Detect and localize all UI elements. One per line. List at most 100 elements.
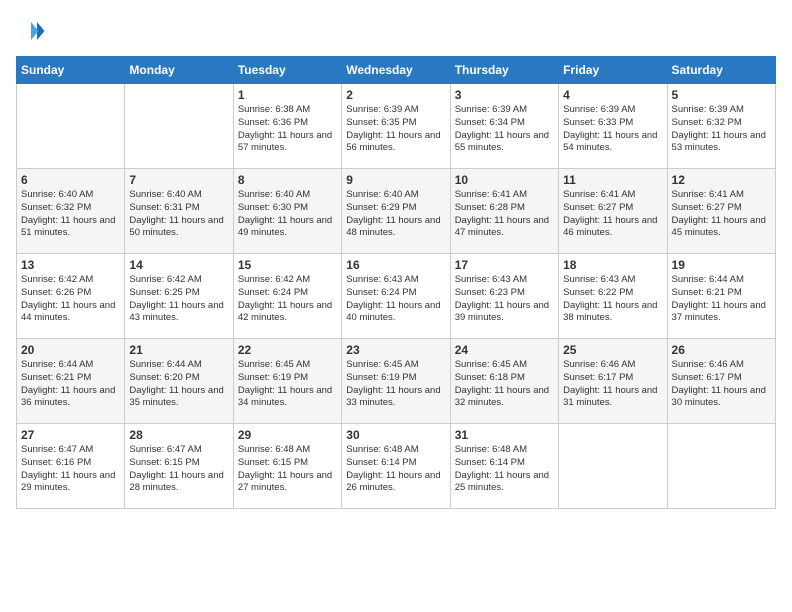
day-number: 22 xyxy=(238,343,337,357)
calendar-cell: 21Sunrise: 6:44 AM Sunset: 6:20 PM Dayli… xyxy=(125,339,233,424)
day-number: 5 xyxy=(672,88,771,102)
calendar-cell: 19Sunrise: 6:44 AM Sunset: 6:21 PM Dayli… xyxy=(667,254,775,339)
calendar-header-row: SundayMondayTuesdayWednesdayThursdayFrid… xyxy=(17,57,776,84)
page-header xyxy=(16,16,776,46)
calendar-cell: 4 Sunrise: 6:39 AM Sunset: 6:33 PM Daylig… xyxy=(559,84,667,169)
calendar-cell xyxy=(667,424,775,509)
calendar-cell: 20 Sunrise: 6:44 AM Sunset: 6:21 PM Dayli… xyxy=(17,339,125,424)
day-info: Sunrise: 6:42 AM Sunset: 6:24 PM Dayligh… xyxy=(238,274,337,325)
calendar-cell: 23 Sunrise: 6:45 AM Sunset: 6:19 PM Dayli… xyxy=(342,339,450,424)
calendar-cell: 14 Sunrise: 6:42 AM Sunset: 6:25 PM Dayli… xyxy=(125,254,233,339)
day-info: Sunrise: 6:41 AM Sunset: 6:27 PM Dayligh… xyxy=(672,189,771,240)
day-number: 1 xyxy=(238,88,337,102)
calendar-cell xyxy=(125,84,233,169)
day-info: Sunrise: 6:47 AM Sunset: 6:16 PM Dayligh… xyxy=(21,444,120,495)
day-info: Sunrise: 6:43 AM Sunset: 6:22 PM Dayligh… xyxy=(563,274,662,325)
calendar-cell: 3Sunrise: 6:39 AM Sunset: 6:34 PM Daylig… xyxy=(450,84,558,169)
day-number: 4 xyxy=(563,88,662,102)
column-header-wednesday: Wednesday xyxy=(342,57,450,84)
day-info: Sunrise: 6:47 AM Sunset: 6:15 PM Dayligh… xyxy=(129,444,228,495)
day-info: Sunrise: 6:48 AM Sunset: 6:14 PM Dayligh… xyxy=(346,444,445,495)
day-number: 20 xyxy=(21,343,120,357)
day-number: 8 xyxy=(238,173,337,187)
calendar-cell: 26 Sunrise: 6:46 AM Sunset: 6:17 PM Dayli… xyxy=(667,339,775,424)
day-number: 18 xyxy=(563,258,662,272)
calendar-week-row: 27 Sunrise: 6:47 AM Sunset: 6:16 PM Dayli… xyxy=(17,424,776,509)
day-info: Sunrise: 6:38 AM Sunset: 6:36 PM Dayligh… xyxy=(238,104,337,155)
day-number: 23 xyxy=(346,343,445,357)
calendar-cell: 8Sunrise: 6:40 AM Sunset: 6:30 PM Daylig… xyxy=(233,169,341,254)
calendar-cell: 12 Sunrise: 6:41 AM Sunset: 6:27 PM Dayli… xyxy=(667,169,775,254)
calendar-cell: 6 Sunrise: 6:40 AM Sunset: 6:32 PM Daylig… xyxy=(17,169,125,254)
day-number: 15 xyxy=(238,258,337,272)
day-number: 30 xyxy=(346,428,445,442)
column-header-saturday: Saturday xyxy=(667,57,775,84)
column-header-thursday: Thursday xyxy=(450,57,558,84)
day-info: Sunrise: 6:40 AM Sunset: 6:29 PM Dayligh… xyxy=(346,189,445,240)
calendar-cell: 15 Sunrise: 6:42 AM Sunset: 6:24 PM Dayli… xyxy=(233,254,341,339)
day-number: 29 xyxy=(238,428,337,442)
day-number: 3 xyxy=(455,88,554,102)
day-info: Sunrise: 6:42 AM Sunset: 6:26 PM Dayligh… xyxy=(21,274,120,325)
calendar-cell: 27 Sunrise: 6:47 AM Sunset: 6:16 PM Dayli… xyxy=(17,424,125,509)
calendar-cell: 22 Sunrise: 6:45 AM Sunset: 6:19 PM Dayli… xyxy=(233,339,341,424)
day-number: 10 xyxy=(455,173,554,187)
logo-icon xyxy=(16,16,46,46)
calendar-cell: 17Sunrise: 6:43 AM Sunset: 6:23 PM Dayli… xyxy=(450,254,558,339)
calendar-week-row: 20 Sunrise: 6:44 AM Sunset: 6:21 PM Dayli… xyxy=(17,339,776,424)
day-info: Sunrise: 6:44 AM Sunset: 6:21 PM Dayligh… xyxy=(672,274,771,325)
day-number: 31 xyxy=(455,428,554,442)
day-number: 2 xyxy=(346,88,445,102)
calendar-cell: 24 Sunrise: 6:45 AM Sunset: 6:18 PM Dayli… xyxy=(450,339,558,424)
column-header-tuesday: Tuesday xyxy=(233,57,341,84)
day-number: 12 xyxy=(672,173,771,187)
day-info: Sunrise: 6:39 AM Sunset: 6:33 PM Dayligh… xyxy=(563,104,662,155)
day-number: 14 xyxy=(129,258,228,272)
day-info: Sunrise: 6:46 AM Sunset: 6:17 PM Dayligh… xyxy=(563,359,662,410)
calendar-cell: 11 Sunrise: 6:41 AM Sunset: 6:27 PM Dayli… xyxy=(559,169,667,254)
day-info: Sunrise: 6:41 AM Sunset: 6:27 PM Dayligh… xyxy=(563,189,662,240)
day-number: 26 xyxy=(672,343,771,357)
day-info: Sunrise: 6:45 AM Sunset: 6:19 PM Dayligh… xyxy=(238,359,337,410)
calendar-cell: 10 Sunrise: 6:41 AM Sunset: 6:28 PM Dayli… xyxy=(450,169,558,254)
calendar-cell: 16 Sunrise: 6:43 AM Sunset: 6:24 PM Dayli… xyxy=(342,254,450,339)
day-info: Sunrise: 6:48 AM Sunset: 6:14 PM Dayligh… xyxy=(455,444,554,495)
day-info: Sunrise: 6:45 AM Sunset: 6:18 PM Dayligh… xyxy=(455,359,554,410)
day-number: 7 xyxy=(129,173,228,187)
calendar-week-row: 1 Sunrise: 6:38 AM Sunset: 6:36 PM Daylig… xyxy=(17,84,776,169)
day-info: Sunrise: 6:44 AM Sunset: 6:20 PM Dayligh… xyxy=(129,359,228,410)
day-info: Sunrise: 6:48 AM Sunset: 6:15 PM Dayligh… xyxy=(238,444,337,495)
calendar-cell: 13 Sunrise: 6:42 AM Sunset: 6:26 PM Dayli… xyxy=(17,254,125,339)
calendar-week-row: 13 Sunrise: 6:42 AM Sunset: 6:26 PM Dayli… xyxy=(17,254,776,339)
calendar-cell: 1 Sunrise: 6:38 AM Sunset: 6:36 PM Daylig… xyxy=(233,84,341,169)
calendar-cell: 9 Sunrise: 6:40 AM Sunset: 6:29 PM Daylig… xyxy=(342,169,450,254)
day-number: 17 xyxy=(455,258,554,272)
day-info: Sunrise: 6:40 AM Sunset: 6:32 PM Dayligh… xyxy=(21,189,120,240)
calendar-cell: 5Sunrise: 6:39 AM Sunset: 6:32 PM Daylig… xyxy=(667,84,775,169)
day-info: Sunrise: 6:44 AM Sunset: 6:21 PM Dayligh… xyxy=(21,359,120,410)
day-number: 13 xyxy=(21,258,120,272)
day-info: Sunrise: 6:43 AM Sunset: 6:24 PM Dayligh… xyxy=(346,274,445,325)
logo xyxy=(16,16,50,46)
calendar-cell: 31 Sunrise: 6:48 AM Sunset: 6:14 PM Dayli… xyxy=(450,424,558,509)
calendar-cell: 28 Sunrise: 6:47 AM Sunset: 6:15 PM Dayli… xyxy=(125,424,233,509)
day-number: 28 xyxy=(129,428,228,442)
day-info: Sunrise: 6:39 AM Sunset: 6:35 PM Dayligh… xyxy=(346,104,445,155)
calendar-cell: 2 Sunrise: 6:39 AM Sunset: 6:35 PM Daylig… xyxy=(342,84,450,169)
day-number: 27 xyxy=(21,428,120,442)
calendar-cell: 18 Sunrise: 6:43 AM Sunset: 6:22 PM Dayli… xyxy=(559,254,667,339)
column-header-sunday: Sunday xyxy=(17,57,125,84)
day-info: Sunrise: 6:41 AM Sunset: 6:28 PM Dayligh… xyxy=(455,189,554,240)
column-header-monday: Monday xyxy=(125,57,233,84)
day-info: Sunrise: 6:46 AM Sunset: 6:17 PM Dayligh… xyxy=(672,359,771,410)
day-info: Sunrise: 6:40 AM Sunset: 6:31 PM Dayligh… xyxy=(129,189,228,240)
day-number: 6 xyxy=(21,173,120,187)
day-info: Sunrise: 6:45 AM Sunset: 6:19 PM Dayligh… xyxy=(346,359,445,410)
calendar-cell xyxy=(559,424,667,509)
calendar-week-row: 6 Sunrise: 6:40 AM Sunset: 6:32 PM Daylig… xyxy=(17,169,776,254)
day-number: 24 xyxy=(455,343,554,357)
day-number: 16 xyxy=(346,258,445,272)
day-number: 9 xyxy=(346,173,445,187)
day-number: 11 xyxy=(563,173,662,187)
day-info: Sunrise: 6:42 AM Sunset: 6:25 PM Dayligh… xyxy=(129,274,228,325)
